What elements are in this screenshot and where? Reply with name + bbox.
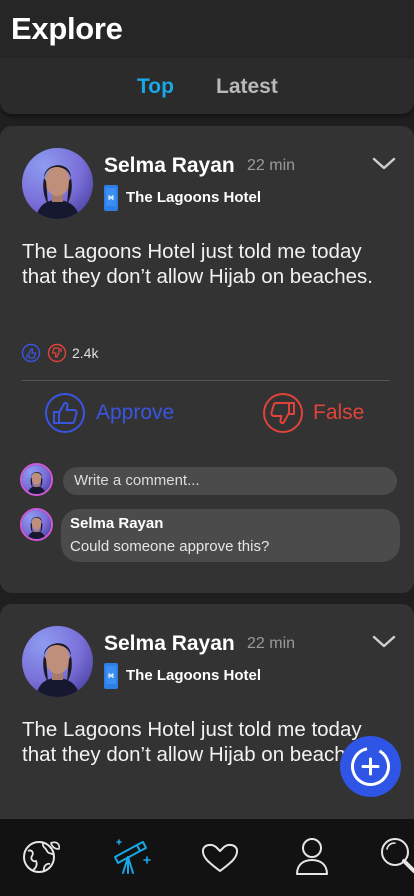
- thumbs-up-icon: [45, 393, 85, 433]
- post-time: 22 min: [247, 635, 296, 652]
- post-author[interactable]: Selma Rayan: [104, 154, 235, 178]
- approve-button[interactable]: Approve: [44, 392, 184, 436]
- svg-text:M: M: [108, 195, 114, 202]
- feed-tabs: Top Latest: [0, 58, 414, 114]
- post-text: The Lagoons Hotel just told me today tha…: [22, 240, 374, 288]
- false-reaction-icon: [47, 343, 67, 363]
- approve-label: Approve: [96, 401, 175, 424]
- plus-circle-icon: [351, 747, 390, 786]
- bottom-nav: [0, 819, 414, 896]
- comment-input[interactable]: Write a comment...: [63, 467, 397, 495]
- comment-text: Could someone approve this?: [70, 538, 270, 555]
- reaction-count: 2.4k: [72, 345, 99, 361]
- top-bar: Explore: [0, 0, 414, 58]
- avatar[interactable]: [20, 508, 53, 541]
- heart-icon[interactable]: [199, 835, 241, 877]
- chevron-down-icon[interactable]: [372, 634, 396, 650]
- hotel-name[interactable]: The Lagoons Hotel: [126, 189, 261, 206]
- chevron-down-icon[interactable]: [372, 156, 396, 172]
- thumbs-down-icon: [263, 393, 303, 433]
- false-label: False: [313, 401, 365, 424]
- search-icon[interactable]: [378, 835, 414, 877]
- comment: Selma Rayan Could someone approve this?: [61, 509, 400, 562]
- globe-icon[interactable]: [19, 835, 61, 877]
- avatar: [20, 463, 53, 496]
- false-button[interactable]: False: [262, 392, 372, 436]
- telescope-icon[interactable]: [109, 835, 151, 877]
- hotel-name[interactable]: The Lagoons Hotel: [126, 667, 261, 684]
- approve-reaction-icon: [21, 343, 41, 363]
- tab-top[interactable]: Top: [137, 75, 174, 99]
- post-card: Selma Rayan 22 min M The Lagoons Hotel T…: [0, 126, 414, 593]
- post-author[interactable]: Selma Rayan: [104, 632, 235, 656]
- tab-latest[interactable]: Latest: [216, 75, 278, 99]
- user-icon[interactable]: [291, 835, 333, 877]
- avatar[interactable]: [22, 626, 93, 697]
- phone-icon: M: [104, 185, 118, 211]
- comment-author[interactable]: Selma Rayan: [70, 515, 163, 532]
- svg-text:M: M: [108, 673, 114, 680]
- page-title: Explore: [11, 11, 123, 46]
- avatar[interactable]: [22, 148, 93, 219]
- add-post-button[interactable]: [340, 736, 401, 797]
- post-time: 22 min: [247, 157, 296, 174]
- phone-icon: M: [104, 663, 118, 689]
- divider: [22, 380, 390, 381]
